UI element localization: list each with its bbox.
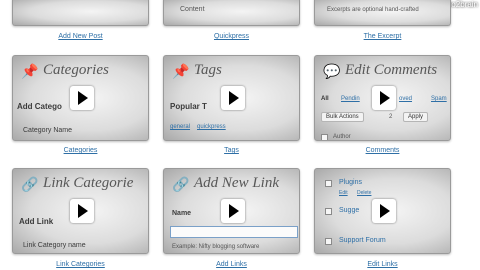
filter-all[interactable]: All xyxy=(321,96,329,102)
bulk-actions-select[interactable]: Bulk Actions xyxy=(321,112,364,122)
video-thumbnail-add-links[interactable]: 🔗 Add New Link Name Example: Nifty blogg… xyxy=(163,168,300,254)
caption-link-categories[interactable]: Link Categories xyxy=(12,261,149,268)
video-thumbnail-add-new-post[interactable] xyxy=(12,0,149,26)
category-name-label: Category Name xyxy=(23,127,73,134)
video-thumbnail-tags[interactable]: 📌 Tags Popular T general quickpress xyxy=(163,55,300,141)
caption-the-excerpt[interactable]: The Excerpt xyxy=(314,33,451,40)
link-checkbox[interactable] xyxy=(325,208,332,215)
link-icon: 🔗 xyxy=(172,176,190,192)
excerpt-hint: Excerpts are optional hand-crafted xyxy=(327,7,419,13)
video-thumbnail-quickpress[interactable]: Content xyxy=(163,0,300,26)
categories-title: Categories xyxy=(43,62,109,78)
play-button[interactable] xyxy=(70,199,94,223)
pin-icon: 📌 xyxy=(21,63,39,79)
filter-spam[interactable]: Spam xyxy=(431,96,447,102)
author-column-header: Author xyxy=(333,134,351,140)
tag-link-general[interactable]: general xyxy=(170,124,190,130)
play-button[interactable] xyxy=(70,86,94,110)
example-hint: Example: Nifty blogging software xyxy=(172,244,260,250)
select-all-checkbox[interactable] xyxy=(321,134,328,140)
caption-add-links[interactable]: Add Links xyxy=(163,261,300,268)
tags-title: Tags xyxy=(194,62,222,78)
popular-tags-heading: Popular T xyxy=(170,102,207,111)
apply-button[interactable]: Apply xyxy=(403,112,429,122)
add-category-heading: Add Catego xyxy=(17,102,62,111)
link-categories-title: Link Categorie xyxy=(43,175,134,191)
comment-count: 2 xyxy=(389,114,393,120)
link-icon: 🔗 xyxy=(21,176,39,192)
delete-link-action[interactable]: Delete xyxy=(357,190,371,196)
video-thumbnail-the-excerpt[interactable]: Excerpts are optional hand-crafted xyxy=(314,0,451,26)
tag-link-quickpress[interactable]: quickpress xyxy=(197,124,226,130)
pin-icon: 📌 xyxy=(172,63,190,79)
filter-approved[interactable]: oved xyxy=(399,96,412,102)
caption-add-new-post[interactable]: Add New Post xyxy=(12,33,149,40)
video-thumbnail-edit-links[interactable]: Plugins Edit Delete Sugge Support Forum xyxy=(314,168,451,254)
play-button[interactable] xyxy=(221,86,245,110)
add-link-category-heading: Add Link xyxy=(19,217,54,226)
edit-link-action[interactable]: Edit xyxy=(339,190,348,196)
caption-tags[interactable]: Tags xyxy=(163,147,300,154)
filter-pending[interactable]: Pendin xyxy=(341,96,360,102)
video-thumbnail-categories[interactable]: 📌 Categories Add Catego Category Name xyxy=(12,55,149,141)
link-checkbox[interactable] xyxy=(325,238,332,245)
play-button[interactable] xyxy=(372,199,396,223)
link-category-name-label: Link Category name xyxy=(23,242,86,249)
edit-comments-title: Edit Comments xyxy=(345,62,438,78)
link-checkbox[interactable] xyxy=(325,180,332,187)
caption-quickpress[interactable]: Quickpress xyxy=(163,33,300,40)
name-label: Name xyxy=(172,210,192,217)
caption-categories[interactable]: Categories xyxy=(12,147,149,154)
play-button[interactable] xyxy=(372,86,396,110)
play-button[interactable] xyxy=(221,199,245,223)
link-item-suggest[interactable]: Sugge xyxy=(339,207,359,214)
link-item-support-forum[interactable]: Support Forum xyxy=(339,237,386,244)
video-thumbnail-comments[interactable]: 💬 Edit Comments All Pendin oved Spam Bul… xyxy=(314,55,451,141)
link-item-plugins[interactable]: Plugins xyxy=(339,179,362,186)
add-new-link-title: Add New Link xyxy=(194,175,279,191)
video-thumbnail-link-categories[interactable]: 🔗 Link Categorie Add Link Link Category … xyxy=(12,168,149,254)
caption-edit-links[interactable]: Edit Links xyxy=(314,261,451,268)
comment-icon: 💬 xyxy=(323,63,341,79)
caption-comments[interactable]: Comments xyxy=(314,147,451,154)
link-name-input[interactable] xyxy=(170,226,298,238)
content-label: Content xyxy=(180,6,205,13)
